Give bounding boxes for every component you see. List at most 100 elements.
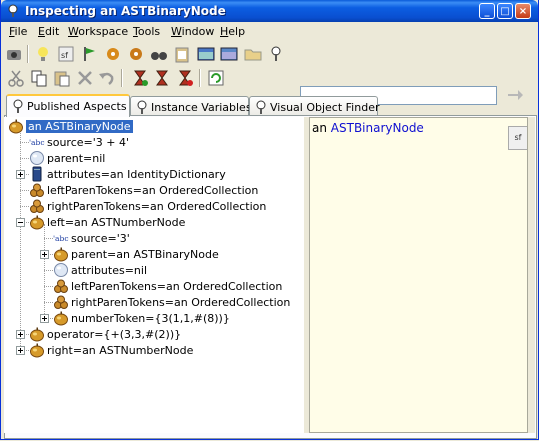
tree-node-label: leftParenTokens=an OrderedCollection	[47, 184, 259, 197]
window-icon[interactable]	[220, 45, 238, 63]
paste-icon[interactable]	[53, 69, 71, 87]
collection-icon	[54, 295, 68, 309]
cut-icon[interactable]	[7, 69, 25, 87]
refresh-icon[interactable]	[207, 69, 225, 87]
detail-classname: ASTBinaryNode	[330, 121, 424, 135]
tree-guide-line	[20, 206, 29, 207]
apple-icon	[9, 119, 23, 134]
dictionary-icon	[32, 166, 42, 182]
tree-row[interactable]: 'abc' source='3'	[4, 230, 304, 246]
tab-label: Published Aspects	[27, 100, 127, 113]
expand-toggle[interactable]	[40, 314, 49, 323]
binoculars-icon[interactable]	[150, 45, 168, 63]
sf-side-tab[interactable]: sf	[508, 126, 527, 150]
close-button[interactable]: ×	[515, 3, 531, 19]
detail-pane[interactable]: an ASTBinaryNode sf	[309, 117, 528, 433]
camera-icon[interactable]	[5, 45, 23, 63]
tree-row[interactable]: rightParenTokens=an OrderedCollection	[4, 294, 304, 310]
tree-row[interactable]: leftParenTokens=an OrderedCollection	[4, 182, 304, 198]
main-toolbar: sf	[1, 41, 538, 105]
menu-tools[interactable]: Tools	[133, 25, 160, 38]
menu-bar: File Edit Workspace Tools Window Help	[1, 22, 538, 41]
delete-icon[interactable]	[76, 69, 94, 87]
tab-label: Visual Object Finder	[270, 101, 380, 114]
tab-label: Instance Variables	[151, 101, 252, 114]
inspector-lens-icon	[13, 99, 23, 113]
tab-visual-object-finder[interactable]: Visual Object Finder	[249, 96, 380, 115]
expand-toggle[interactable]	[40, 250, 49, 259]
green-flag-icon[interactable]	[80, 45, 98, 63]
tree-row[interactable]: an ASTBinaryNode	[4, 118, 304, 134]
tree-node-label: attributes=nil	[71, 264, 148, 277]
inspector-window: Inspecting an ASTBinaryNode _ □ × File Ed…	[0, 0, 539, 440]
tree-guide-line	[44, 238, 53, 239]
window-title: Inspecting an ASTBinaryNode	[25, 4, 226, 18]
collection-icon	[30, 183, 44, 197]
right-edge	[528, 117, 535, 433]
apple-icon	[30, 215, 44, 230]
tree-guide-line	[20, 142, 29, 143]
inspector-lens-icon	[256, 100, 266, 114]
tree-row[interactable]: attributes=an IdentityDictionary	[4, 166, 304, 182]
collection-icon	[30, 199, 44, 213]
sf-icon[interactable]: sf	[57, 45, 75, 63]
tree-node-label: left=an ASTNumberNode	[47, 216, 186, 229]
expand-toggle[interactable]	[16, 170, 25, 179]
collection-icon	[54, 279, 68, 293]
clipboard-icon[interactable]	[173, 45, 191, 63]
tree-row[interactable]: attributes=nil	[4, 262, 304, 278]
tree-row[interactable]: parent=nil	[4, 150, 304, 166]
tree-node-label: attributes=an IdentityDictionary	[47, 168, 226, 181]
collapse-toggle[interactable]	[16, 218, 25, 227]
window-icon[interactable]	[197, 45, 215, 63]
tree-node-label: parent=nil	[47, 152, 106, 165]
maximize-button[interactable]: □	[497, 3, 513, 19]
tree-guide-line	[44, 302, 53, 303]
hourglass-icon[interactable]	[131, 69, 149, 87]
menu-file[interactable]: File	[9, 25, 27, 38]
aspect-tree[interactable]: an ASTBinaryNode'abc' source='3 + 4' paren…	[4, 117, 304, 433]
gear-icon[interactable]	[127, 45, 145, 63]
tab-instance-variables[interactable]: Instance Variables	[130, 96, 252, 115]
hourglass-icon[interactable]	[176, 69, 194, 87]
expand-toggle[interactable]	[16, 330, 25, 339]
tree-node-label: parent=an ASTBinaryNode	[71, 248, 219, 261]
inspector-lens-icon	[8, 4, 18, 17]
lightbulb-icon[interactable]	[34, 45, 52, 63]
inspector-lens-icon[interactable]	[267, 45, 285, 63]
undo-icon[interactable]	[98, 69, 116, 87]
minimize-button[interactable]: _	[479, 3, 495, 19]
hourglass-icon[interactable]	[153, 69, 171, 87]
folder-icon[interactable]	[244, 45, 262, 63]
tree-guide-line	[20, 190, 29, 191]
inspector-lens-icon	[137, 100, 147, 114]
tree-row[interactable]: right=an ASTNumberNode	[4, 342, 304, 358]
menu-help[interactable]: Help	[220, 25, 245, 38]
menu-window[interactable]: Window	[171, 25, 214, 38]
tree-row[interactable]: numberToken={3(1,1,#(8))}	[4, 310, 304, 326]
tree-row[interactable]: 'abc' source='3 + 4'	[4, 134, 304, 150]
tab-published-aspects[interactable]: Published Aspects	[6, 94, 130, 117]
copy-icon[interactable]	[30, 69, 48, 87]
expand-toggle[interactable]	[16, 346, 25, 355]
menu-edit[interactable]: Edit	[38, 25, 59, 38]
apple-icon	[54, 311, 68, 326]
abc-string-icon: 'abc'	[53, 234, 69, 243]
tree-row[interactable]: rightParenTokens=an OrderedCollection	[4, 198, 304, 214]
detail-prefix: an	[312, 121, 331, 135]
nil-sphere-icon	[30, 151, 44, 165]
abc-string-icon: 'abc'	[29, 138, 45, 147]
tree-row[interactable]: operator={+(3,3,#(2))}	[4, 326, 304, 342]
tree-guide-line	[44, 286, 53, 287]
tree-guide-line	[44, 270, 53, 271]
svg-text:'abc': 'abc'	[53, 234, 69, 243]
menu-workspace[interactable]: Workspace	[68, 25, 128, 38]
tree-node-label: source='3'	[71, 232, 130, 245]
tree-node-label: an ASTBinaryNode	[26, 120, 133, 133]
gear-icon[interactable]	[104, 45, 122, 63]
tree-row[interactable]: left=an ASTNumberNode	[4, 214, 304, 230]
tree-row[interactable]: parent=an ASTBinaryNode	[4, 246, 304, 262]
svg-text:'abc': 'abc'	[29, 138, 45, 147]
tree-row[interactable]: leftParenTokens=an OrderedCollection	[4, 278, 304, 294]
title-bar[interactable]: Inspecting an ASTBinaryNode _ □ ×	[1, 0, 538, 22]
